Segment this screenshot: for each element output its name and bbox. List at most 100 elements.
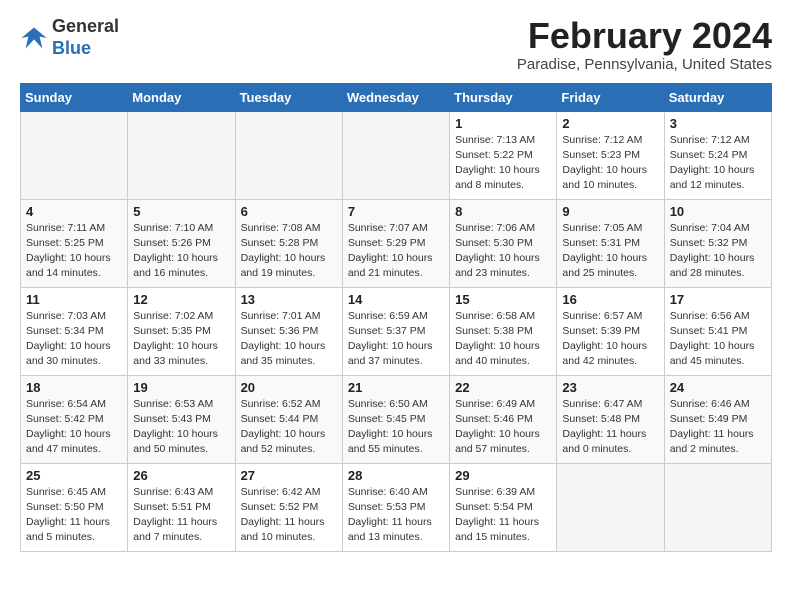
day-number: 15	[455, 292, 551, 307]
day-info: Sunrise: 6:47 AM Sunset: 5:48 PM Dayligh…	[562, 397, 658, 458]
column-header-thursday: Thursday	[450, 83, 557, 111]
day-info: Sunrise: 7:08 AM Sunset: 5:28 PM Dayligh…	[241, 221, 337, 282]
day-number: 7	[348, 204, 444, 219]
calendar-cell: 27 Sunrise: 6:42 AM Sunset: 5:52 PM Dayli…	[235, 463, 342, 551]
calendar-cell: 20 Sunrise: 6:52 AM Sunset: 5:44 PM Dayli…	[235, 375, 342, 463]
calendar-cell: 25 Sunrise: 6:45 AM Sunset: 5:50 PM Dayli…	[21, 463, 128, 551]
calendar-cell: 14 Sunrise: 6:59 AM Sunset: 5:37 PM Dayli…	[342, 287, 449, 375]
calendar-cell: 23Sunrise: 6:47 AM Sunset: 5:48 PM Dayli…	[557, 375, 664, 463]
day-number: 18	[26, 380, 122, 395]
day-info: Sunrise: 6:46 AM Sunset: 5:49 PM Dayligh…	[670, 397, 766, 458]
calendar-cell	[128, 111, 235, 199]
calendar-cell: 21Sunrise: 6:50 AM Sunset: 5:45 PM Dayli…	[342, 375, 449, 463]
day-info: Sunrise: 6:49 AM Sunset: 5:46 PM Dayligh…	[455, 397, 551, 458]
day-number: 27	[241, 468, 337, 483]
column-header-tuesday: Tuesday	[235, 83, 342, 111]
calendar-cell: 19 Sunrise: 6:53 AM Sunset: 5:43 PM Dayli…	[128, 375, 235, 463]
day-info: Sunrise: 7:01 AM Sunset: 5:36 PM Dayligh…	[241, 309, 337, 370]
calendar-cell: 9 Sunrise: 7:05 AM Sunset: 5:31 PM Daylig…	[557, 199, 664, 287]
logo-text: General Blue	[52, 16, 119, 59]
logo: General Blue	[20, 16, 119, 59]
day-number: 14	[348, 292, 444, 307]
column-header-friday: Friday	[557, 83, 664, 111]
calendar-cell	[235, 111, 342, 199]
day-number: 28	[348, 468, 444, 483]
day-number: 8	[455, 204, 551, 219]
day-number: 22	[455, 380, 551, 395]
calendar-cell: 18 Sunrise: 6:54 AM Sunset: 5:42 PM Dayli…	[21, 375, 128, 463]
calendar-cell	[557, 463, 664, 551]
calendar-cell: 6 Sunrise: 7:08 AM Sunset: 5:28 PM Daylig…	[235, 199, 342, 287]
month-title: February 2024	[517, 16, 772, 56]
day-info: Sunrise: 6:54 AM Sunset: 5:42 PM Dayligh…	[26, 397, 122, 458]
calendar-cell: 4Sunrise: 7:11 AM Sunset: 5:25 PM Daylig…	[21, 199, 128, 287]
page-header: General Blue February 2024 Paradise, Pen…	[20, 16, 772, 73]
day-info: Sunrise: 6:43 AM Sunset: 5:51 PM Dayligh…	[133, 485, 229, 546]
week-row-1: 1Sunrise: 7:13 AM Sunset: 5:22 PM Daylig…	[21, 111, 772, 199]
day-info: Sunrise: 6:56 AM Sunset: 5:41 PM Dayligh…	[670, 309, 766, 370]
day-info: Sunrise: 7:05 AM Sunset: 5:31 PM Dayligh…	[562, 221, 658, 282]
day-number: 5	[133, 204, 229, 219]
day-number: 4	[26, 204, 122, 219]
column-header-monday: Monday	[128, 83, 235, 111]
day-info: Sunrise: 6:53 AM Sunset: 5:43 PM Dayligh…	[133, 397, 229, 458]
calendar-cell	[664, 463, 771, 551]
calendar-cell: 7Sunrise: 7:07 AM Sunset: 5:29 PM Daylig…	[342, 199, 449, 287]
week-row-2: 4Sunrise: 7:11 AM Sunset: 5:25 PM Daylig…	[21, 199, 772, 287]
calendar-cell: 1Sunrise: 7:13 AM Sunset: 5:22 PM Daylig…	[450, 111, 557, 199]
week-row-4: 18 Sunrise: 6:54 AM Sunset: 5:42 PM Dayli…	[21, 375, 772, 463]
day-number: 10	[670, 204, 766, 219]
day-info: Sunrise: 7:13 AM Sunset: 5:22 PM Dayligh…	[455, 133, 551, 194]
day-number: 19	[133, 380, 229, 395]
calendar-cell: 13 Sunrise: 7:01 AM Sunset: 5:36 PM Dayli…	[235, 287, 342, 375]
day-info: Sunrise: 6:42 AM Sunset: 5:52 PM Dayligh…	[241, 485, 337, 546]
day-info: Sunrise: 6:58 AM Sunset: 5:38 PM Dayligh…	[455, 309, 551, 370]
day-number: 29	[455, 468, 551, 483]
day-info: Sunrise: 7:10 AM Sunset: 5:26 PM Dayligh…	[133, 221, 229, 282]
day-info: Sunrise: 6:40 AM Sunset: 5:53 PM Dayligh…	[348, 485, 444, 546]
day-info: Sunrise: 7:02 AM Sunset: 5:35 PM Dayligh…	[133, 309, 229, 370]
day-info: Sunrise: 6:59 AM Sunset: 5:37 PM Dayligh…	[348, 309, 444, 370]
location: Paradise, Pennsylvania, United States	[517, 56, 772, 73]
day-number: 16	[562, 292, 658, 307]
column-header-sunday: Sunday	[21, 83, 128, 111]
day-number: 12	[133, 292, 229, 307]
day-number: 25	[26, 468, 122, 483]
calendar-cell: 15 Sunrise: 6:58 AM Sunset: 5:38 PM Dayli…	[450, 287, 557, 375]
day-info: Sunrise: 6:57 AM Sunset: 5:39 PM Dayligh…	[562, 309, 658, 370]
day-number: 11	[26, 292, 122, 307]
calendar-cell: 29 Sunrise: 6:39 AM Sunset: 5:54 PM Dayli…	[450, 463, 557, 551]
calendar-cell: 26 Sunrise: 6:43 AM Sunset: 5:51 PM Dayli…	[128, 463, 235, 551]
day-info: Sunrise: 6:45 AM Sunset: 5:50 PM Dayligh…	[26, 485, 122, 546]
day-info: Sunrise: 6:52 AM Sunset: 5:44 PM Dayligh…	[241, 397, 337, 458]
day-number: 26	[133, 468, 229, 483]
day-info: Sunrise: 7:06 AM Sunset: 5:30 PM Dayligh…	[455, 221, 551, 282]
day-number: 13	[241, 292, 337, 307]
day-info: Sunrise: 7:03 AM Sunset: 5:34 PM Dayligh…	[26, 309, 122, 370]
calendar-cell: 12 Sunrise: 7:02 AM Sunset: 5:35 PM Dayli…	[128, 287, 235, 375]
day-number: 6	[241, 204, 337, 219]
day-number: 21	[348, 380, 444, 395]
calendar-cell: 17 Sunrise: 6:56 AM Sunset: 5:41 PM Dayli…	[664, 287, 771, 375]
column-header-saturday: Saturday	[664, 83, 771, 111]
day-info: Sunrise: 7:04 AM Sunset: 5:32 PM Dayligh…	[670, 221, 766, 282]
calendar-cell	[342, 111, 449, 199]
day-info: Sunrise: 7:12 AM Sunset: 5:23 PM Dayligh…	[562, 133, 658, 194]
day-number: 17	[670, 292, 766, 307]
day-number: 20	[241, 380, 337, 395]
day-number: 2	[562, 116, 658, 131]
day-number: 9	[562, 204, 658, 219]
logo-bird-icon	[20, 24, 48, 52]
calendar-cell: 24Sunrise: 6:46 AM Sunset: 5:49 PM Dayli…	[664, 375, 771, 463]
calendar-cell: 2 Sunrise: 7:12 AM Sunset: 5:23 PM Daylig…	[557, 111, 664, 199]
calendar-cell	[21, 111, 128, 199]
calendar-table: SundayMondayTuesdayWednesdayThursdayFrid…	[20, 83, 772, 552]
calendar-cell: 3Sunrise: 7:12 AM Sunset: 5:24 PM Daylig…	[664, 111, 771, 199]
week-row-3: 11 Sunrise: 7:03 AM Sunset: 5:34 PM Dayli…	[21, 287, 772, 375]
calendar-cell: 10 Sunrise: 7:04 AM Sunset: 5:32 PM Dayli…	[664, 199, 771, 287]
title-block: February 2024 Paradise, Pennsylvania, Un…	[517, 16, 772, 73]
column-header-wednesday: Wednesday	[342, 83, 449, 111]
day-info: Sunrise: 6:39 AM Sunset: 5:54 PM Dayligh…	[455, 485, 551, 546]
calendar-cell: 11 Sunrise: 7:03 AM Sunset: 5:34 PM Dayli…	[21, 287, 128, 375]
calendar-cell: 16 Sunrise: 6:57 AM Sunset: 5:39 PM Dayli…	[557, 287, 664, 375]
